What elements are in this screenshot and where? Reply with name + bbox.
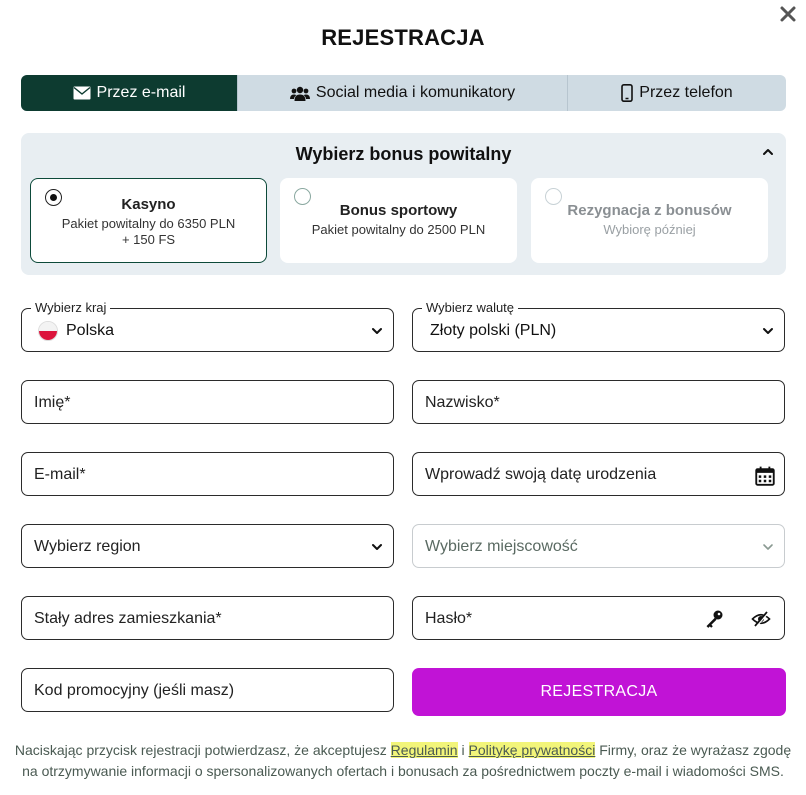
bonus-option-none[interactable]: Rezygnacja z bonusów Wybiorę później [531,178,768,263]
country-select-label: Wybierz kraj [31,300,111,316]
country-select[interactable]: Wybierz kraj Polska [21,300,394,352]
last-name-input[interactable]: Nazwisko* [412,380,785,424]
key-icon[interactable] [704,609,724,629]
close-icon[interactable] [778,4,798,24]
page-title: REJESTRACJA [321,25,485,50]
terms-text-part: Naciskając przycisk rejestracji potwierd… [14,742,391,758]
chevron-down-icon [372,328,382,334]
city-select-placeholder: Wybierz miejscowość [425,538,578,555]
bonus-option-name: Kasyno [121,196,176,213]
welcome-bonus-panel: Wybierz bonus powitalny Kasyno Pakiet po… [21,133,786,275]
phone-icon [621,84,634,102]
chevron-down-icon [763,544,773,550]
register-button[interactable]: REJESTRACJA [412,668,786,716]
radio-button[interactable] [294,188,311,205]
password-input[interactable]: Hasło* [412,596,785,640]
radio-button[interactable] [545,188,562,205]
tab-phone-label: Przez telefon [639,84,733,101]
eye-slash-icon[interactable] [751,609,771,629]
bonus-option-sport[interactable]: Bonus sportowy Pakiet powitalny do 2500 … [280,178,517,263]
bonus-option-casino[interactable]: Kasyno Pakiet powitalny do 6350 PLN + 15… [30,178,267,263]
currency-select-label: Wybierz walutę [422,300,519,316]
tab-social-media-label: Social media i komunikatory [315,84,516,101]
first-name-placeholder: Imię* [34,394,71,411]
radio-button-selected[interactable] [45,189,62,206]
calendar-icon[interactable] [755,466,775,486]
envelope-icon [73,86,91,100]
email-input[interactable]: E-mail* [21,452,394,496]
terms-link[interactable]: Regulamin [390,742,458,758]
registration-method-tabs: Przez e-mail Social media i komunikatory… [21,75,786,111]
terms-text-part: i [457,742,469,758]
bonus-option-name: Rezygnacja z bonusów [567,202,732,219]
address-placeholder: Stały adres zamieszkania* [34,610,222,627]
region-select[interactable]: Wybierz region [21,524,394,568]
promo-code-input[interactable]: Kod promocyjny (jeśli masz) [21,668,394,712]
last-name-placeholder: Nazwisko* [425,394,500,411]
tab-email-label: Przez e-mail [96,84,186,101]
bonus-option-desc-line: + 150 FS [121,232,176,247]
bonus-option-desc-line: Pakiet powitalny do 6350 PLN [61,216,236,231]
address-input[interactable]: Stały adres zamieszkania* [21,596,394,640]
city-select[interactable]: Wybierz miejscowość [412,524,785,568]
tab-phone[interactable]: Przez telefon [568,75,786,111]
tab-social-media[interactable]: Social media i komunikatory [238,75,568,111]
currency-select-value: Złoty polski (PLN) [430,322,557,339]
users-icon [289,86,310,101]
bonus-option-desc: Pakiet powitalny do 6350 PLN + 150 FS [31,216,266,248]
region-select-placeholder: Wybierz region [34,538,141,555]
tab-email[interactable]: Przez e-mail [21,75,238,111]
birth-date-input[interactable]: Wprowadź swoją datę urodzenia [412,452,785,496]
chevron-up-icon[interactable] [761,145,775,159]
bonus-panel-title: Wybierz bonus powitalny [295,144,512,164]
first-name-input[interactable]: Imię* [21,380,394,424]
bonus-option-name: Bonus sportowy [339,202,458,219]
poland-flag-icon [38,321,58,341]
country-select-value: Polska [66,322,115,339]
bonus-option-desc: Pakiet powitalny do 2500 PLN [311,222,486,237]
currency-select[interactable]: Wybierz walutę Złoty polski (PLN) [412,300,785,352]
birth-date-placeholder: Wprowadź swoją datę urodzenia [425,466,657,483]
chevron-down-icon [372,544,382,550]
privacy-policy-link[interactable]: Politykę prywatności [468,742,596,758]
promo-code-placeholder: Kod promocyjny (jeśli masz) [34,682,235,699]
terms-text: Naciskając przycisk rejestracji potwierd… [10,740,796,782]
chevron-down-icon [763,328,773,334]
email-placeholder: E-mail* [34,466,86,483]
bonus-option-desc: Wybiorę później [603,222,696,237]
password-placeholder: Hasło* [425,610,473,627]
